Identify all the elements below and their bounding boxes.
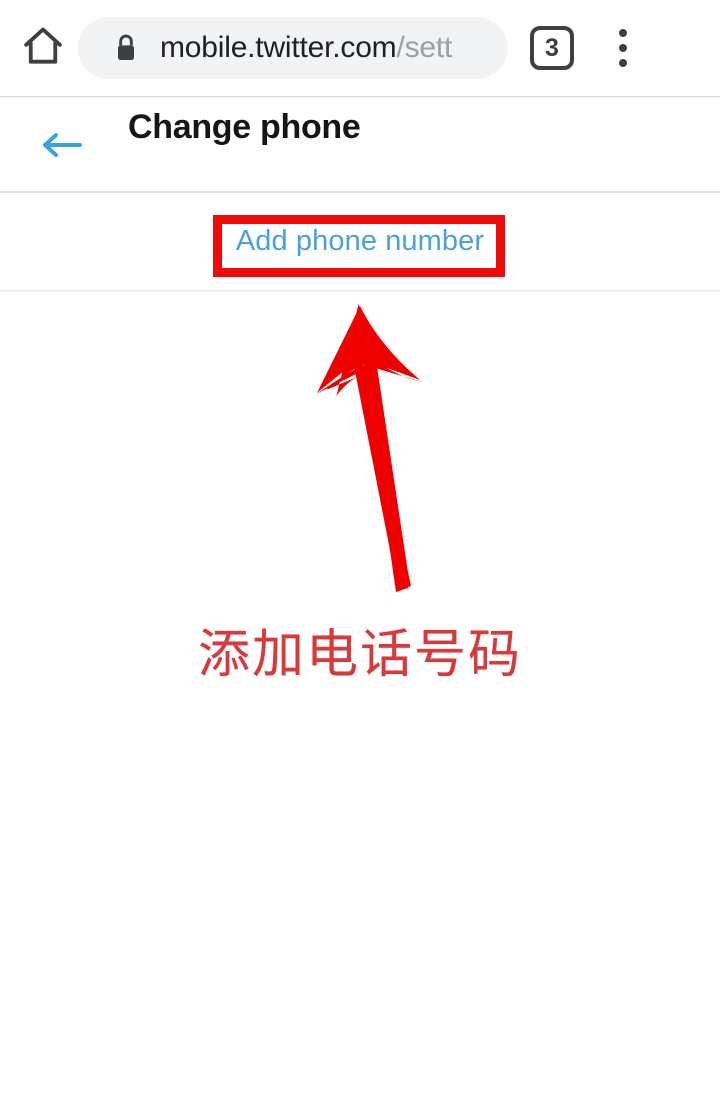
overflow-menu-icon[interactable]: [596, 17, 650, 79]
back-arrow-icon: [39, 130, 83, 165]
tab-counter-button[interactable]: 3: [530, 26, 574, 70]
url-text: mobile.twitter.com/sett: [160, 31, 452, 65]
add-phone-number-button[interactable]: Add phone number: [0, 193, 720, 292]
menu-dot-top: [619, 29, 627, 37]
home-button[interactable]: [12, 17, 74, 79]
page-title: Change phone: [128, 108, 361, 146]
annotation-caption: 添加电话号码: [197, 625, 522, 685]
menu-dot-middle: [619, 44, 627, 52]
url-bar[interactable]: mobile.twitter.com/sett: [78, 17, 508, 79]
url-host: mobile.twitter.com: [160, 31, 397, 64]
menu-dot-bottom: [619, 59, 627, 67]
lock-icon: [112, 32, 140, 64]
page-header: Change phone: [0, 98, 720, 193]
browser-toolbar: mobile.twitter.com/sett 3: [0, 0, 720, 97]
tab-count-label: 3: [545, 33, 559, 62]
home-icon: [20, 23, 66, 74]
back-button[interactable]: [30, 124, 92, 170]
add-phone-number-label: Add phone number: [235, 225, 485, 257]
url-path: /sett: [396, 31, 453, 64]
